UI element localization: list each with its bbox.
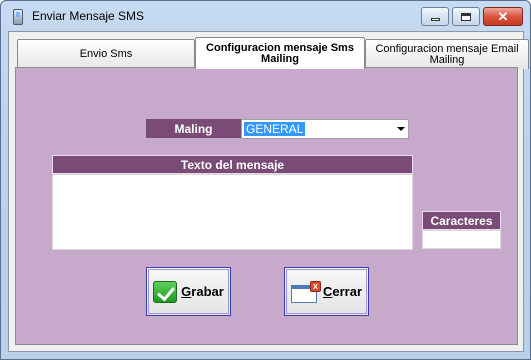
close-icon: ✕ [497, 9, 509, 24]
minimize-icon [430, 18, 440, 21]
minimize-button[interactable] [421, 7, 449, 26]
window-title: Enviar Mensaje SMS [32, 9, 145, 23]
grabar-label-rest: rabar [191, 284, 224, 299]
close-window-button[interactable]: ✕ [483, 7, 523, 26]
tab-configuracion-email-mailing[interactable]: Configuracion mensaje Email Mailing [365, 39, 529, 69]
maling-selected-value: GENERAL [244, 122, 306, 136]
maximize-button[interactable] [452, 7, 480, 26]
red-x-icon: x [309, 280, 321, 292]
message-header: Texto del mensaje [52, 155, 413, 174]
tab-configuracion-sms-mailing[interactable]: Configuracion mensaje Sms Mailing [195, 37, 365, 69]
characters-count-field [422, 230, 501, 249]
maximize-icon [461, 12, 471, 21]
cerrar-button[interactable]: x Cerrar [284, 267, 369, 316]
phone-icon [13, 9, 23, 25]
message-textarea[interactable] [52, 174, 413, 250]
title-bar[interactable]: Enviar Mensaje SMS ✕ [1, 1, 530, 31]
maling-select[interactable]: GENERAL [241, 119, 409, 139]
cerrar-mnemonic: C [322, 284, 333, 299]
tab-envio-sms[interactable]: Envio Sms [17, 39, 195, 69]
close-window-icon: x [290, 280, 321, 303]
maling-label: Maling [146, 119, 241, 138]
grabar-button[interactable]: Grabar [146, 267, 231, 316]
cerrar-label-rest: errar [332, 284, 363, 299]
chevron-down-icon[interactable] [397, 127, 405, 131]
checkmark-icon [153, 280, 178, 303]
grabar-mnemonic: G [181, 284, 192, 299]
characters-header: Caracteres [422, 211, 501, 230]
cerrar-label: Cerrar [323, 284, 362, 299]
grabar-label: Grabar [181, 284, 224, 299]
